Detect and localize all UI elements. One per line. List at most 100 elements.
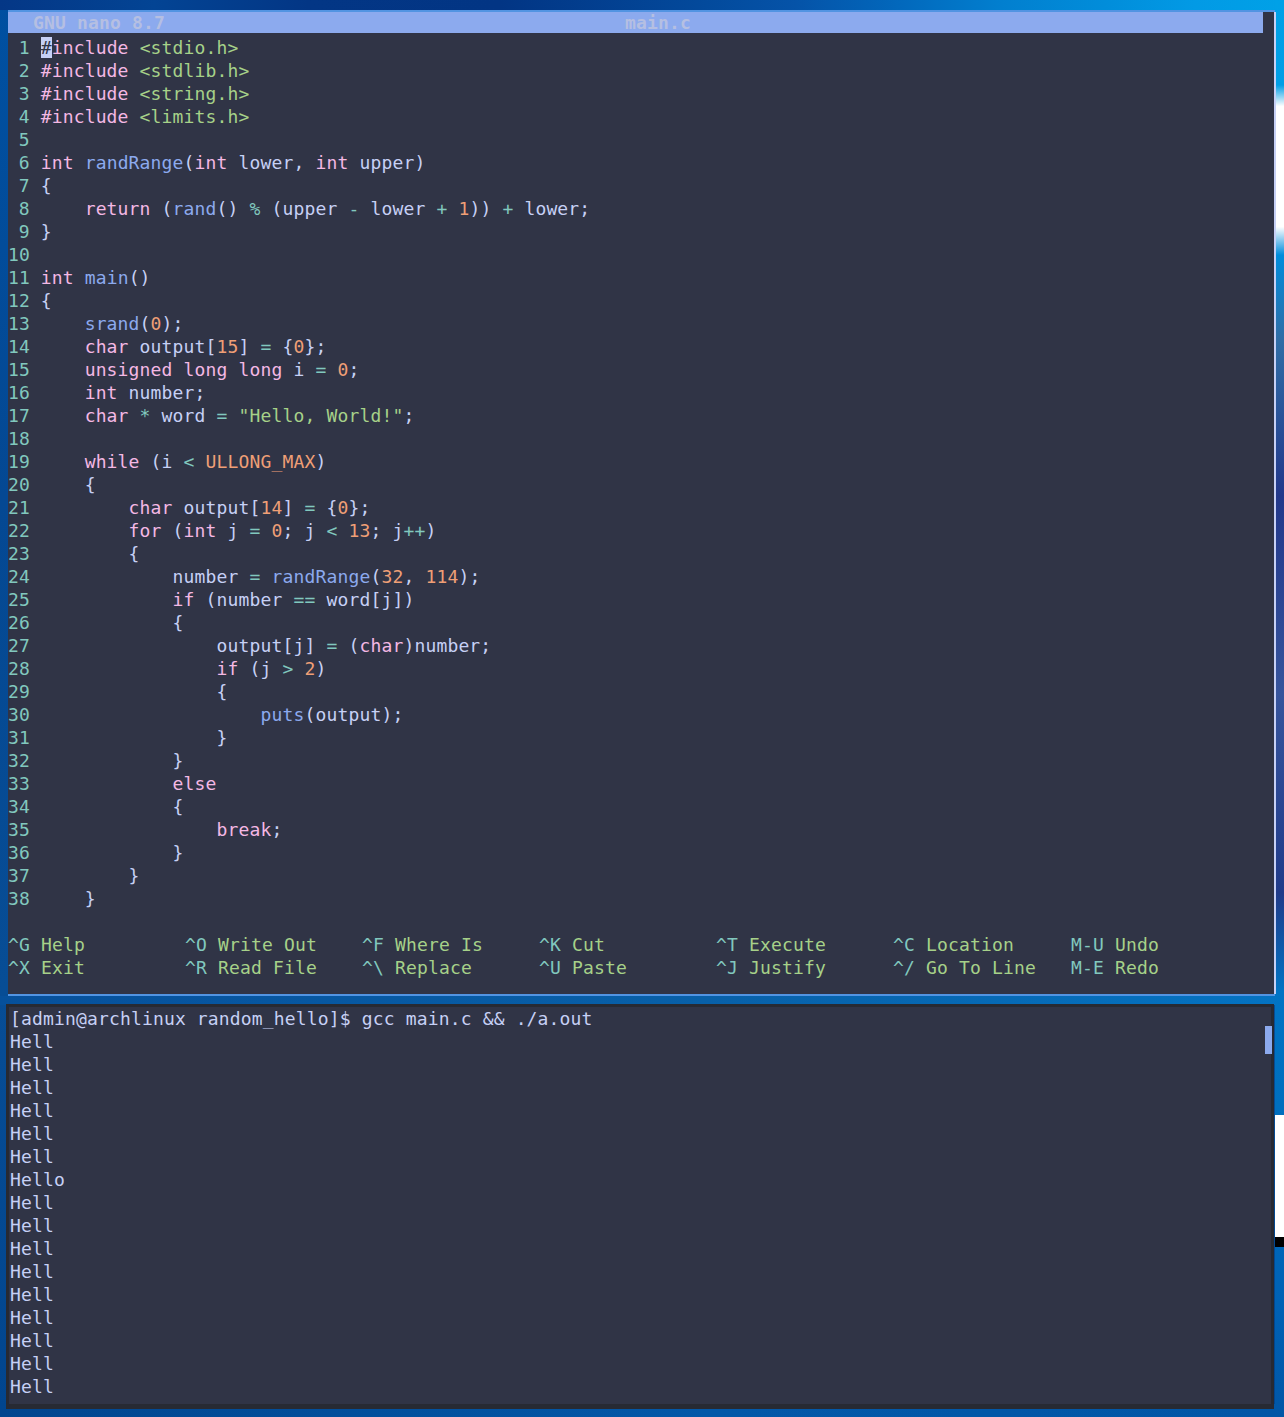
shortcut-label: Location [915, 934, 1014, 955]
code-line-26: 26 { [8, 611, 1275, 634]
text-cursor: # [41, 37, 52, 58]
code-area[interactable]: 1 #include <stdio.h>2 #include <stdlib.h… [8, 36, 1275, 910]
line-number: 30 [8, 703, 30, 726]
line-number: 29 [8, 680, 30, 703]
terminal-pane[interactable]: [admin@archlinux random_hello]$ gcc main… [9, 1007, 1271, 1404]
help-shortcut-replace[interactable]: ^\ Replace [362, 956, 472, 979]
line-number: 22 [8, 519, 30, 542]
code-line-21: 21 char output[14] = {0}; [8, 496, 1275, 519]
shortcut-key: ^O [185, 934, 207, 955]
shortcut-label: Exit [30, 957, 85, 978]
code-line-22: 22 for (int j = 0; j < 13; j++) [8, 519, 1275, 542]
help-shortcut-read-file[interactable]: ^R Read File [185, 956, 317, 979]
code-line-29: 29 { [8, 680, 1275, 703]
help-shortcut-go-to-line[interactable]: ^/ Go To Line [893, 956, 1036, 979]
code-line-5: 5 [8, 128, 1275, 151]
line-number: 36 [8, 841, 30, 864]
line-number: 3 [8, 82, 30, 105]
line-number: 18 [8, 427, 30, 450]
line-number: 25 [8, 588, 30, 611]
nano-editor-window[interactable]: GNU nano 8.7 main.c 1 #include <stdio.h>… [8, 10, 1275, 996]
shell-output-line: Hell [10, 1030, 593, 1053]
shell-prompt-line: [admin@archlinux random_hello]$ gcc main… [10, 1007, 593, 1030]
shortcut-label: Paste [561, 957, 627, 978]
shell-output-line: Hell [10, 1352, 593, 1375]
line-number: 17 [8, 404, 30, 427]
code-line-38: 38 } [8, 887, 1275, 910]
shortcut-label: Execute [738, 934, 826, 955]
help-shortcut-paste[interactable]: ^U Paste [539, 956, 627, 979]
code-line-37: 37 } [8, 864, 1275, 887]
line-number: 15 [8, 358, 30, 381]
line-number: 9 [8, 220, 30, 243]
help-shortcut-write-out[interactable]: ^O Write Out [185, 933, 317, 956]
code-line-16: 16 int number; [8, 381, 1275, 404]
code-line-34: 34 { [8, 795, 1275, 818]
shell-output-line: Hell [10, 1260, 593, 1283]
shortcut-label: Where Is [384, 934, 483, 955]
shortcut-key: ^/ [893, 957, 915, 978]
shortcut-label: Help [30, 934, 85, 955]
terminal-scrollbar-thumb[interactable] [1265, 1026, 1272, 1054]
code-line-8: 8 return (rand() % (upper - lower + 1)) … [8, 197, 1275, 220]
code-line-36: 36 } [8, 841, 1275, 864]
code-line-32: 32 } [8, 749, 1275, 772]
line-number: 19 [8, 450, 30, 473]
shortcut-label: Read File [207, 957, 317, 978]
line-number: 4 [8, 105, 30, 128]
shell-output-line: Hell [10, 1145, 593, 1168]
shortcut-key: ^K [539, 934, 561, 955]
line-number: 32 [8, 749, 30, 772]
line-number: 26 [8, 611, 30, 634]
shell-output-line: Hell [10, 1283, 593, 1306]
line-number: 20 [8, 473, 30, 496]
code-line-18: 18 [8, 427, 1275, 450]
help-shortcut-location[interactable]: ^C Location [893, 933, 1014, 956]
shortcut-key: ^\ [362, 957, 384, 978]
shell-output-line: Hell [10, 1122, 593, 1145]
nano-app-title: GNU nano 8.7 [33, 12, 165, 33]
shortcut-key: ^R [185, 957, 207, 978]
code-line-24: 24 number = randRange(32, 114); [8, 565, 1275, 588]
code-line-12: 12 { [8, 289, 1275, 312]
nano-titlebar: GNU nano 8.7 main.c [8, 12, 1263, 33]
shell-output-line: Hell [10, 1053, 593, 1076]
terminal-window[interactable]: [admin@archlinux random_hello]$ gcc main… [6, 1004, 1274, 1409]
code-line-33: 33 else [8, 772, 1275, 795]
help-shortcut-redo[interactable]: M-E Redo [1071, 956, 1159, 979]
help-shortcut-help[interactable]: ^G Help [8, 933, 85, 956]
shortcut-key: ^X [8, 957, 30, 978]
nano-help-row-2: ^X Exit ^R Read File ^\ Replace ^U Paste ^J … [8, 956, 1275, 979]
help-shortcut-exit[interactable]: ^X Exit [8, 956, 85, 979]
code-line-15: 15 unsigned long long i = 0; [8, 358, 1275, 381]
line-number: 31 [8, 726, 30, 749]
shell-output-line: Hell [10, 1099, 593, 1122]
line-number: 16 [8, 381, 30, 404]
shortcut-label: Redo [1104, 957, 1159, 978]
shortcut-key: ^G [8, 934, 30, 955]
code-line-23: 23 { [8, 542, 1275, 565]
help-shortcut-execute[interactable]: ^T Execute [716, 933, 826, 956]
help-shortcut-cut[interactable]: ^K Cut [539, 933, 605, 956]
shortcut-key: ^T [716, 934, 738, 955]
code-line-4: 4 #include <limits.h> [8, 105, 1275, 128]
help-shortcut-undo[interactable]: M-U Undo [1071, 933, 1159, 956]
code-line-6: 6 int randRange(int lower, int upper) [8, 151, 1275, 174]
shell-output-line: Hell [10, 1237, 593, 1260]
line-number: 7 [8, 174, 30, 197]
code-line-35: 35 break; [8, 818, 1275, 841]
shell-output-line: Hell [10, 1214, 593, 1237]
shortcut-label: Undo [1104, 934, 1159, 955]
line-number: 12 [8, 289, 30, 312]
line-number: 1 [8, 36, 30, 59]
shortcut-key: ^C [893, 934, 915, 955]
code-line-11: 11 int main() [8, 266, 1275, 289]
line-number: 28 [8, 657, 30, 680]
line-number: 13 [8, 312, 30, 335]
help-shortcut-justify[interactable]: ^J Justify [716, 956, 826, 979]
code-line-31: 31 } [8, 726, 1275, 749]
shortcut-key: M-E [1071, 957, 1104, 978]
code-line-3: 3 #include <string.h> [8, 82, 1275, 105]
shell-output-line: Hell [10, 1329, 593, 1352]
help-shortcut-where-is[interactable]: ^F Where Is [362, 933, 483, 956]
